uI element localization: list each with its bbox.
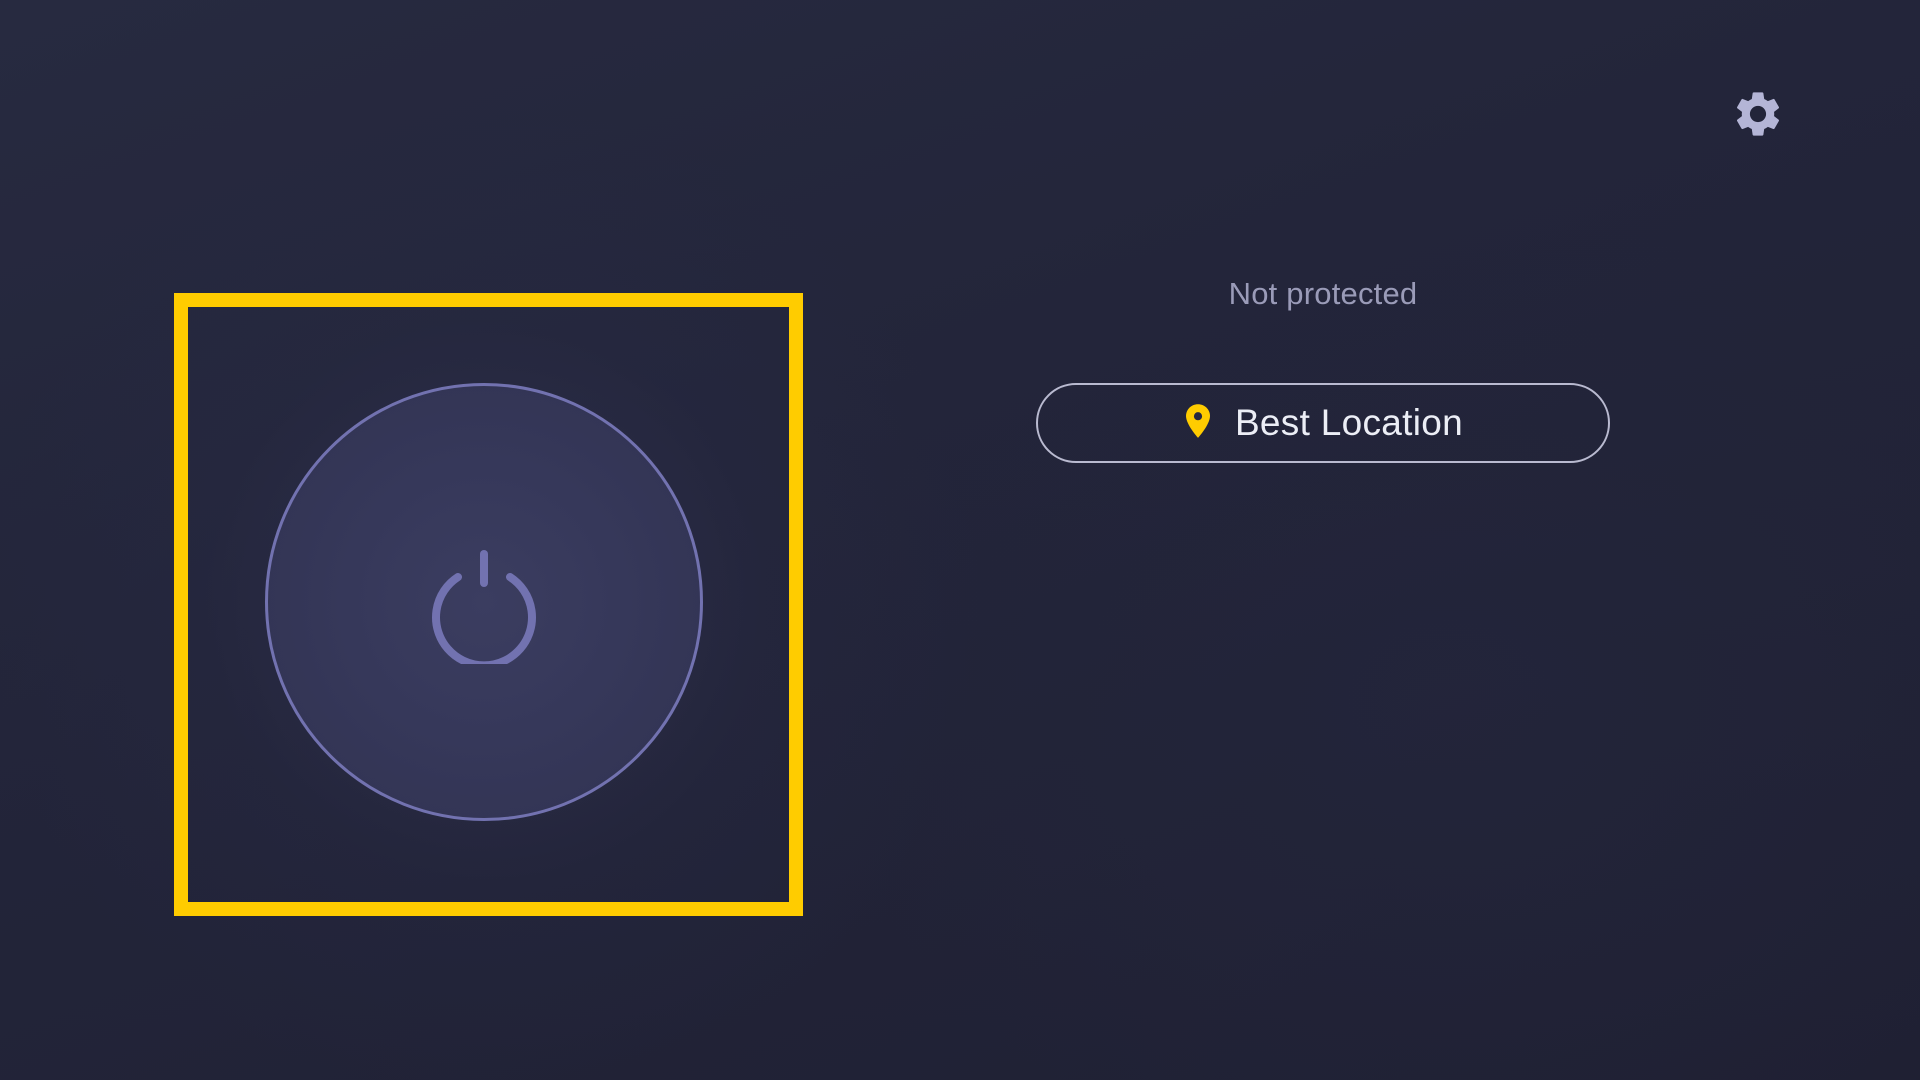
power-icon [432, 550, 536, 664]
location-selector-button[interactable]: Best Location [1036, 383, 1610, 463]
location-label: Best Location [1234, 402, 1464, 443]
location-pin-icon [1183, 403, 1213, 439]
gear-icon [1736, 92, 1780, 136]
settings-button[interactable] [1726, 82, 1790, 146]
connect-power-button[interactable] [265, 383, 703, 821]
connection-status-text: Not protected [1228, 276, 1418, 311]
